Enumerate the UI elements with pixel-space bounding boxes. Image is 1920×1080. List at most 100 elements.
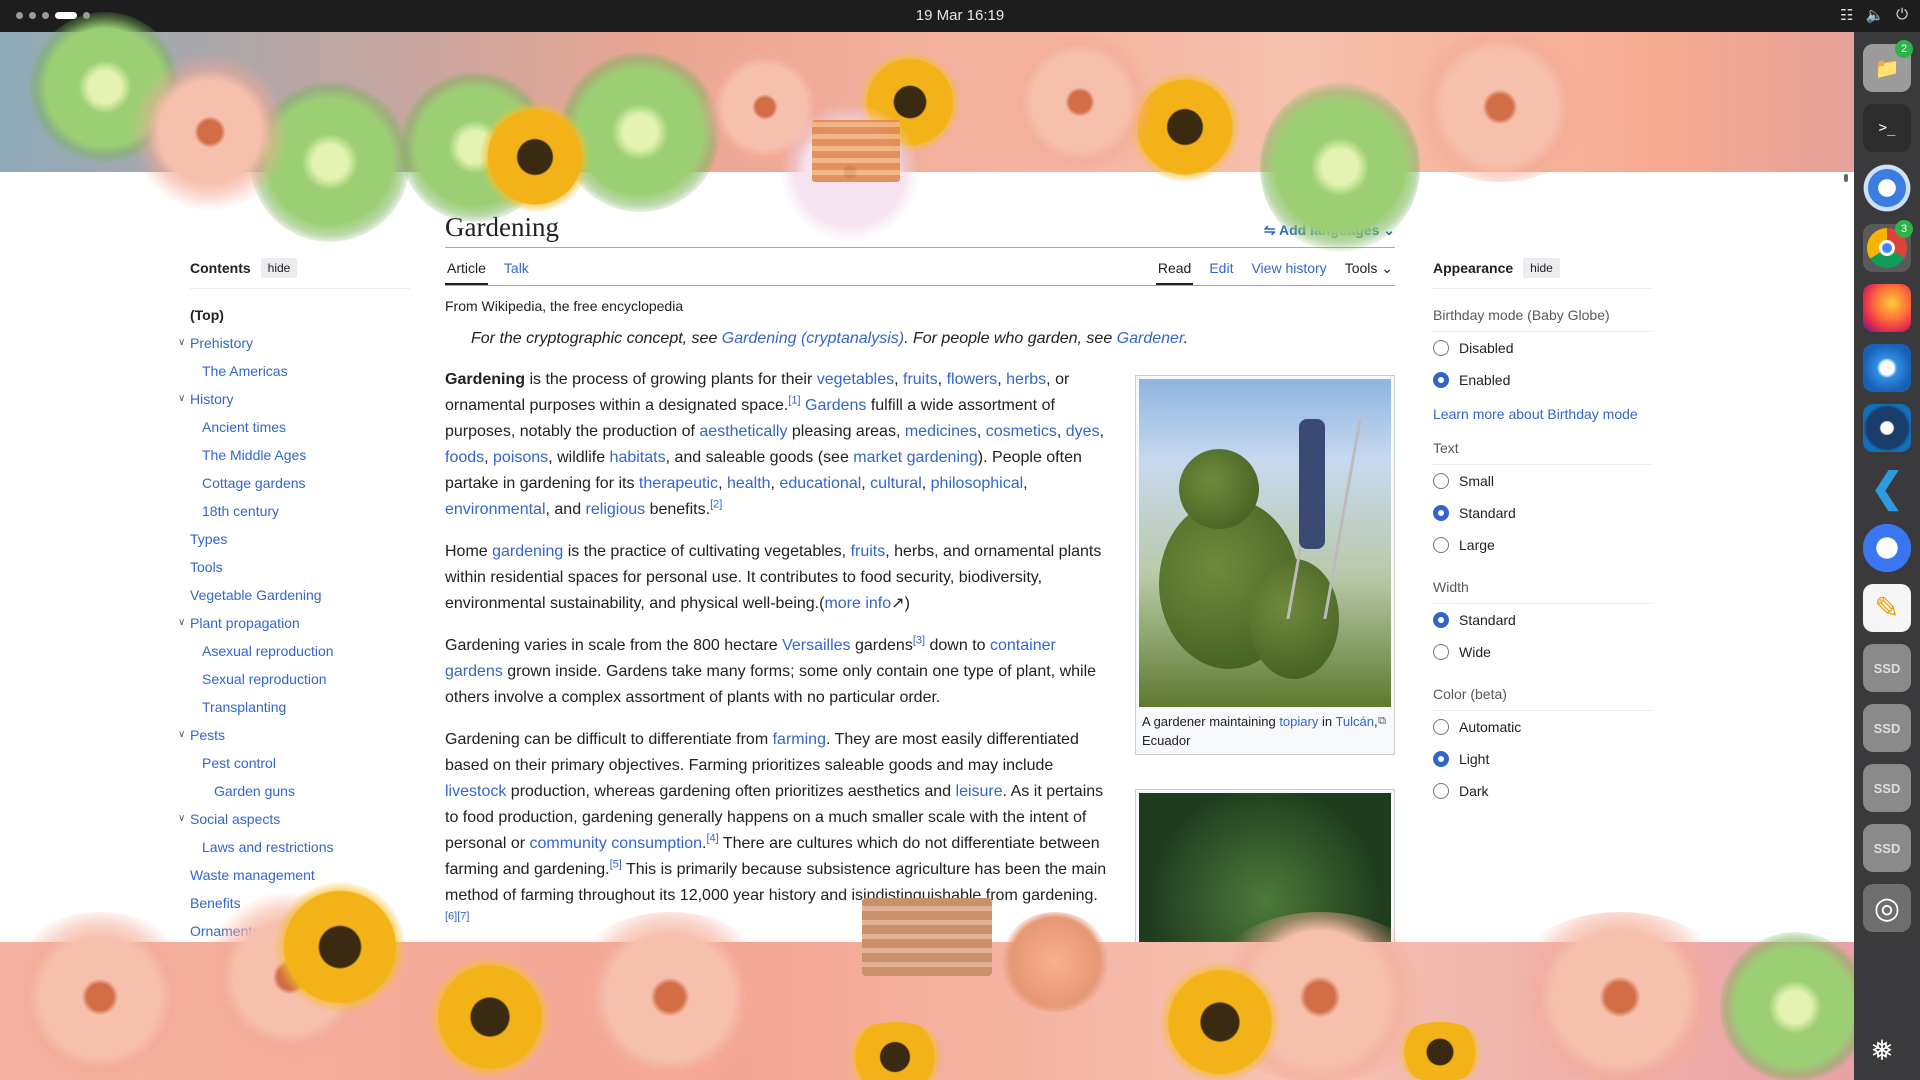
- garden-image[interactable]: [1139, 793, 1391, 947]
- toc-item[interactable]: (Top): [190, 301, 410, 329]
- article-link[interactable]: fruits: [903, 371, 938, 388]
- add-languages-button[interactable]: ⇋ Add languages ⌄: [1264, 222, 1395, 239]
- appearance-hide-button[interactable]: hide: [1523, 258, 1560, 278]
- toc-item[interactable]: 18th century: [190, 497, 410, 525]
- toc-item[interactable]: ∨ History: [178, 385, 410, 413]
- article-link[interactable]: habitats: [610, 449, 666, 466]
- files-app-icon[interactable]: 📁 2: [1863, 40, 1913, 92]
- toc-hide-button[interactable]: hide: [260, 258, 298, 278]
- toc-item[interactable]: ∨ Plant propagation: [178, 609, 410, 637]
- reference-link[interactable]: [3]: [913, 635, 925, 647]
- article-link[interactable]: more info: [824, 595, 891, 612]
- toc-item[interactable]: Waste management: [190, 861, 410, 889]
- terminal-icon[interactable]: >_: [1863, 104, 1911, 152]
- article-link[interactable]: foods: [445, 449, 484, 466]
- article-link[interactable]: herbs: [1006, 371, 1046, 388]
- radio-option[interactable]: Standard: [1433, 497, 1653, 529]
- toc-item[interactable]: ∨ Social aspects: [178, 805, 410, 833]
- article-link[interactable]: educational: [779, 475, 861, 492]
- article-link[interactable]: cosmetics: [986, 423, 1057, 440]
- system-tray[interactable]: ☷ 🔈 ⏻: [1840, 6, 1908, 24]
- learn-more-link[interactable]: Learn more about Birthday mode: [1433, 406, 1653, 422]
- radio-option[interactable]: Large: [1433, 529, 1653, 561]
- toc-item[interactable]: Tools: [190, 553, 410, 581]
- article-link[interactable]: therapeutic: [639, 475, 718, 492]
- topiary-image[interactable]: [1139, 379, 1391, 707]
- chrome-icon[interactable]: 3: [1863, 220, 1913, 272]
- thunderbird-icon[interactable]: [1863, 344, 1911, 392]
- scrollbar[interactable]: [1838, 172, 1854, 938]
- article-link[interactable]: vegetables: [817, 371, 894, 388]
- radio-button[interactable]: [1433, 372, 1449, 388]
- radio-button[interactable]: [1433, 783, 1449, 799]
- toc-item[interactable]: Ornaments and a: [190, 917, 410, 945]
- article-link[interactable]: health: [727, 475, 771, 492]
- toc-item[interactable]: Asexual reproduction: [190, 637, 410, 665]
- article-link[interactable]: market gardening: [853, 449, 978, 466]
- toc-item[interactable]: ∨ Pests: [178, 721, 410, 749]
- article-link[interactable]: leisure: [956, 783, 1003, 800]
- enlarge-icon[interactable]: ⧉: [1378, 712, 1386, 731]
- toc-item[interactable]: Ancient times: [190, 413, 410, 441]
- radio-button[interactable]: [1433, 751, 1449, 767]
- ssd-drive-icon[interactable]: SSD: [1863, 644, 1911, 692]
- article-link[interactable]: dyes: [1066, 423, 1100, 440]
- article-link[interactable]: flowers: [947, 371, 998, 388]
- chevron-down-icon[interactable]: ∨: [178, 329, 185, 357]
- radio-option[interactable]: Dark: [1433, 775, 1653, 807]
- article-link[interactable]: gardening: [492, 543, 563, 560]
- chevron-down-icon[interactable]: ∨: [178, 385, 185, 413]
- toc-item[interactable]: Cottage gardens: [190, 469, 410, 497]
- article-link[interactable]: cultural: [870, 475, 922, 492]
- reference-link[interactable]: [4]: [706, 833, 718, 845]
- toc-item[interactable]: The Americas: [190, 357, 410, 385]
- tab-edit[interactable]: Edit: [1207, 258, 1235, 285]
- radio-button[interactable]: [1433, 505, 1449, 521]
- vscode-icon[interactable]: ❮: [1863, 464, 1911, 512]
- toc-item[interactable]: Sexual reproduction: [190, 665, 410, 693]
- radio-option[interactable]: Light: [1433, 743, 1653, 775]
- toc-item[interactable]: ∨ Prehistory: [178, 329, 410, 357]
- radio-option[interactable]: Disabled: [1433, 332, 1653, 364]
- radio-button[interactable]: [1433, 612, 1449, 628]
- caption-link-topiary[interactable]: topiary: [1279, 714, 1318, 729]
- tab-tools[interactable]: Tools ⌄: [1343, 258, 1395, 285]
- radio-option[interactable]: Automatic: [1433, 711, 1653, 743]
- article-link[interactable]: environmental: [445, 501, 546, 518]
- toc-item[interactable]: Vegetable Gardening: [190, 581, 410, 609]
- radio-button[interactable]: [1433, 537, 1449, 553]
- hatnote-link-gardener[interactable]: Gardener: [1117, 330, 1184, 347]
- article-link[interactable]: philosophical: [931, 475, 1024, 492]
- ssd-drive-icon[interactable]: SSD: [1863, 704, 1911, 752]
- caption-link-tulcan[interactable]: Tulcán: [1335, 714, 1374, 729]
- tab-talk[interactable]: Talk: [502, 258, 531, 285]
- radio-option[interactable]: Standard: [1433, 604, 1653, 636]
- chromium-icon[interactable]: [1863, 164, 1911, 212]
- toc-item[interactable]: Benefits: [190, 889, 410, 917]
- toc-item[interactable]: Transplanting: [190, 693, 410, 721]
- chevron-down-icon[interactable]: ∨: [178, 721, 185, 749]
- article-link[interactable]: religious: [586, 501, 646, 518]
- clock[interactable]: 19 Mar 16:19: [0, 7, 1920, 24]
- chevron-down-icon[interactable]: ∨: [178, 805, 185, 833]
- toc-item[interactable]: Pest control: [190, 749, 410, 777]
- reference-link[interactable]: [6][7]: [445, 911, 469, 923]
- article-link[interactable]: medicines: [905, 423, 977, 440]
- tab-read[interactable]: Read: [1155, 258, 1194, 285]
- tab-view-history[interactable]: View history: [1249, 258, 1328, 285]
- toc-item[interactable]: The Middle Ages: [190, 441, 410, 469]
- article-link[interactable]: Gardens: [805, 397, 866, 414]
- reference-link[interactable]: [5]: [610, 859, 622, 871]
- toc-item[interactable]: Garden guns: [190, 777, 410, 805]
- radio-button[interactable]: [1433, 340, 1449, 356]
- radio-button[interactable]: [1433, 644, 1449, 660]
- steam-icon[interactable]: [1863, 404, 1911, 452]
- firefox-icon[interactable]: [1863, 284, 1911, 332]
- toc-item[interactable]: Laws and restrictions: [190, 833, 410, 861]
- reference-link[interactable]: [2]: [710, 499, 722, 511]
- disc-drive-icon[interactable]: ◎: [1863, 884, 1911, 932]
- ssd-drive-icon[interactable]: SSD: [1863, 824, 1911, 872]
- radio-option[interactable]: Enabled: [1433, 364, 1653, 396]
- article-link[interactable]: aesthetically: [699, 423, 787, 440]
- article-link[interactable]: fruits: [851, 543, 886, 560]
